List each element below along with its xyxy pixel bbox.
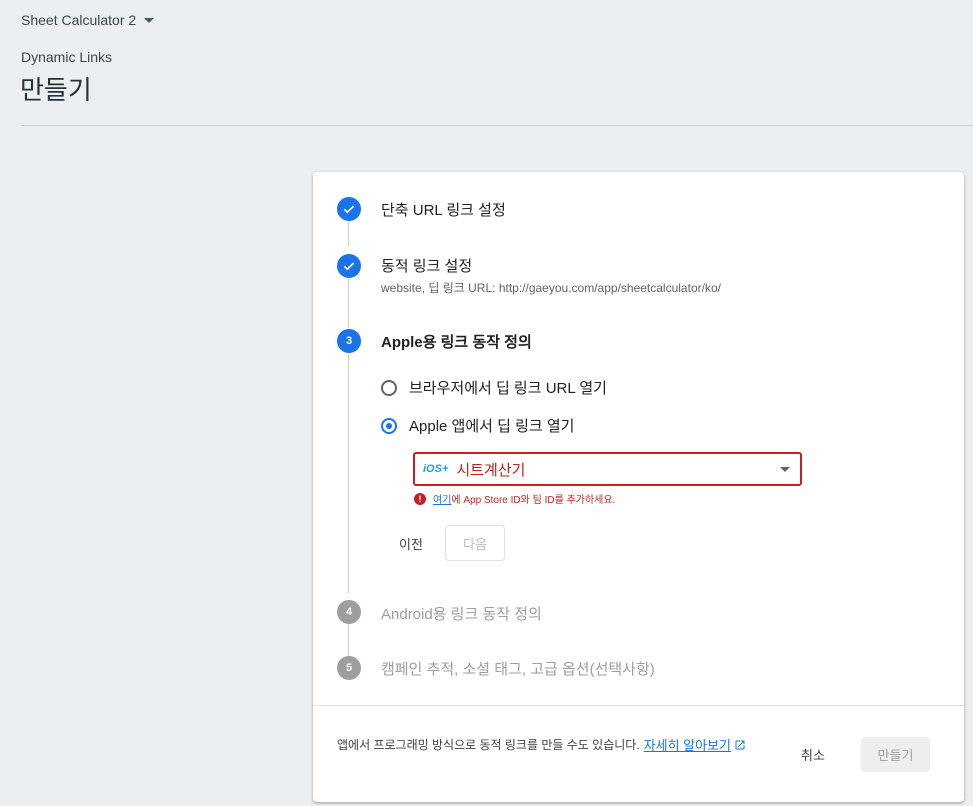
error-text: 에 App Store ID와 팀 ID를 추가하세요. — [451, 495, 616, 506]
page-title: 만들기 — [20, 75, 92, 105]
cancel-button[interactable]: 취소 — [801, 745, 825, 764]
select-value: 시트계산기 — [456, 461, 526, 479]
radio-checked-icon — [381, 417, 397, 434]
radio-browser-label: 브라우저에서 딥 링크 URL 열기 — [409, 380, 607, 397]
learn-more-link[interactable]: 자세히 알아보기 — [644, 735, 731, 754]
top-header: Sheet Calculator 2 Dynamic Links 만들기 — [0, 0, 973, 126]
ios-app-icon: iOS+ — [423, 463, 449, 475]
step-connector — [348, 221, 349, 247]
footer-note-text: 앱에서 프로그래밍 방식으로 동적 링크를 만들 수도 있습니다. — [337, 738, 640, 752]
project-name: Sheet Calculator 2 — [21, 12, 137, 28]
chevron-down-icon — [780, 467, 790, 472]
project-switcher[interactable]: Sheet Calculator 2 — [21, 12, 155, 28]
step-4-title: Android용 링크 동작 정의 — [381, 606, 542, 623]
footer-note: 앱에서 프로그래밍 방식으로 동적 링크를 만들 수도 있습니다. 자세히 알아… — [337, 735, 746, 754]
error-here-link[interactable]: 여기 — [433, 491, 451, 506]
error-icon: ! — [414, 492, 426, 505]
step-3-number: 3 — [337, 329, 361, 353]
radio-unchecked-icon — [381, 379, 397, 396]
header-divider — [21, 125, 973, 126]
radio-app-label: Apple 앱에서 딥 링크 열기 — [409, 418, 575, 435]
section-label: Dynamic Links — [21, 49, 113, 65]
error-message: ! 여기 에 App Store ID와 팀 ID를 추가하세요. — [414, 491, 615, 506]
step-3-title: Apple용 링크 동작 정의 — [381, 334, 532, 351]
step-5-title: 캠페인 추적, 소셜 태그, 고급 옵션(선택사항) — [381, 661, 655, 678]
ios-app-select[interactable]: iOS+ 시트계산기 — [413, 452, 802, 486]
step-4-number: 4 — [337, 600, 361, 624]
step-5-number: 5 — [337, 656, 361, 680]
step-connector — [348, 622, 349, 656]
step-1-title: 단축 URL 링크 설정 — [381, 202, 506, 219]
prev-button[interactable]: 이전 — [399, 534, 423, 553]
step-connector — [348, 278, 349, 328]
next-button[interactable]: 다음 — [445, 525, 505, 561]
step-1-check-icon — [337, 197, 361, 221]
step-connector — [348, 354, 349, 593]
radio-open-in-browser[interactable]: 브라우저에서 딥 링크 URL 열기 — [381, 377, 607, 398]
radio-open-in-apple-app[interactable]: Apple 앱에서 딥 링크 열기 — [381, 415, 574, 436]
step-2-subtitle: website, 딥 링크 URL: http://gaeyou.com/app… — [381, 281, 721, 295]
step-2-title: 동적 링크 설정 — [381, 258, 473, 275]
create-button[interactable]: 만들기 — [861, 737, 930, 772]
dropdown-caret-icon — [144, 17, 155, 23]
footer-divider — [313, 705, 964, 706]
create-link-card: 단축 URL 링크 설정 동적 링크 설정 website, 딥 링크 URL:… — [313, 172, 964, 802]
open-in-new-icon — [734, 739, 746, 751]
step-2-check-icon — [337, 254, 361, 278]
